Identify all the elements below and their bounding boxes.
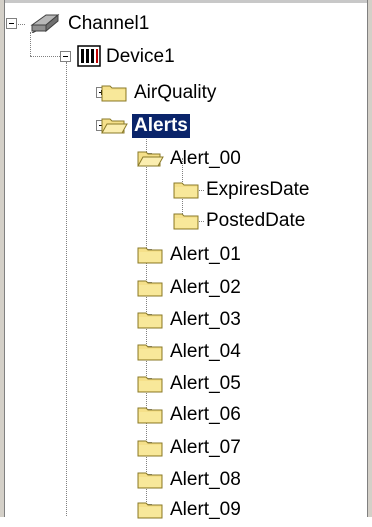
tree-view[interactable]: Channel1 Device1 AirQuality Alerts Alert_0… [0, 0, 372, 520]
tree-node-alerts[interactable]: Alerts [0, 111, 372, 141]
tree-node-channel1[interactable]: Channel1 [0, 9, 372, 39]
tree-node-label[interactable]: ExpiresDate [204, 178, 312, 202]
tree-node-label[interactable]: Alert_01 [168, 243, 243, 267]
collapse-toggle[interactable] [60, 51, 71, 62]
folder-icon [136, 275, 164, 305]
folder-icon [136, 242, 164, 272]
tree-node-label[interactable]: AirQuality [132, 81, 218, 105]
tree-node-posteddate[interactable]: PostedDate [0, 206, 372, 236]
tree-node-label[interactable]: Alert_04 [168, 340, 243, 364]
tree-node-device1[interactable]: Device1 [0, 42, 372, 72]
tree-node-label[interactable]: Alert_06 [168, 403, 243, 427]
tree-node-alert-04[interactable]: Alert_04 [0, 337, 372, 367]
tree-node-label[interactable]: Device1 [104, 45, 177, 69]
folder-icon [172, 177, 200, 207]
folder-icon [136, 307, 164, 337]
tree-node-label[interactable]: PostedDate [204, 209, 307, 233]
folder-icon [136, 497, 164, 527]
folder-icon [136, 402, 164, 432]
folder-open-icon [100, 113, 128, 143]
folder-open-icon [136, 146, 164, 176]
folder-icon [136, 435, 164, 465]
folder-icon [100, 80, 128, 110]
tree-node-label[interactable]: Alert_07 [168, 436, 243, 460]
tree-node-expiresdate[interactable]: ExpiresDate [0, 175, 372, 205]
tree-node-alert-08[interactable]: Alert_08 [0, 465, 372, 495]
tree-node-label[interactable]: Alert_09 [168, 498, 243, 522]
tree-node-label[interactable]: Alerts [131, 113, 191, 139]
folder-icon [136, 339, 164, 369]
device-icon [76, 44, 102, 74]
tree-node-alert-06[interactable]: Alert_06 [0, 400, 372, 430]
folder-icon [172, 208, 200, 238]
tree-node-airquality[interactable]: AirQuality [0, 78, 372, 108]
tree-node-alert-05[interactable]: Alert_05 [0, 369, 372, 399]
tree-node-label[interactable]: Alert_05 [168, 372, 243, 396]
tree-node-label[interactable]: Alert_03 [168, 308, 243, 332]
tree-node-label[interactable]: Alert_00 [168, 147, 243, 171]
tree-node-alert-02[interactable]: Alert_02 [0, 273, 372, 303]
folder-icon [136, 467, 164, 497]
tree-node-alert-09[interactable]: Alert_09 [0, 495, 372, 525]
collapse-toggle[interactable] [6, 18, 17, 29]
tree-node-label[interactable]: Channel1 [66, 12, 151, 36]
tree-node-alert-03[interactable]: Alert_03 [0, 305, 372, 335]
tree-node-alert-07[interactable]: Alert_07 [0, 433, 372, 463]
folder-icon [136, 371, 164, 401]
tree-node-alert-01[interactable]: Alert_01 [0, 240, 372, 270]
tree-node-label[interactable]: Alert_08 [168, 468, 243, 492]
tree-node-alert-00[interactable]: Alert_00 [0, 144, 372, 174]
channel-plug-icon [28, 11, 62, 39]
tree-node-label[interactable]: Alert_02 [168, 276, 243, 300]
